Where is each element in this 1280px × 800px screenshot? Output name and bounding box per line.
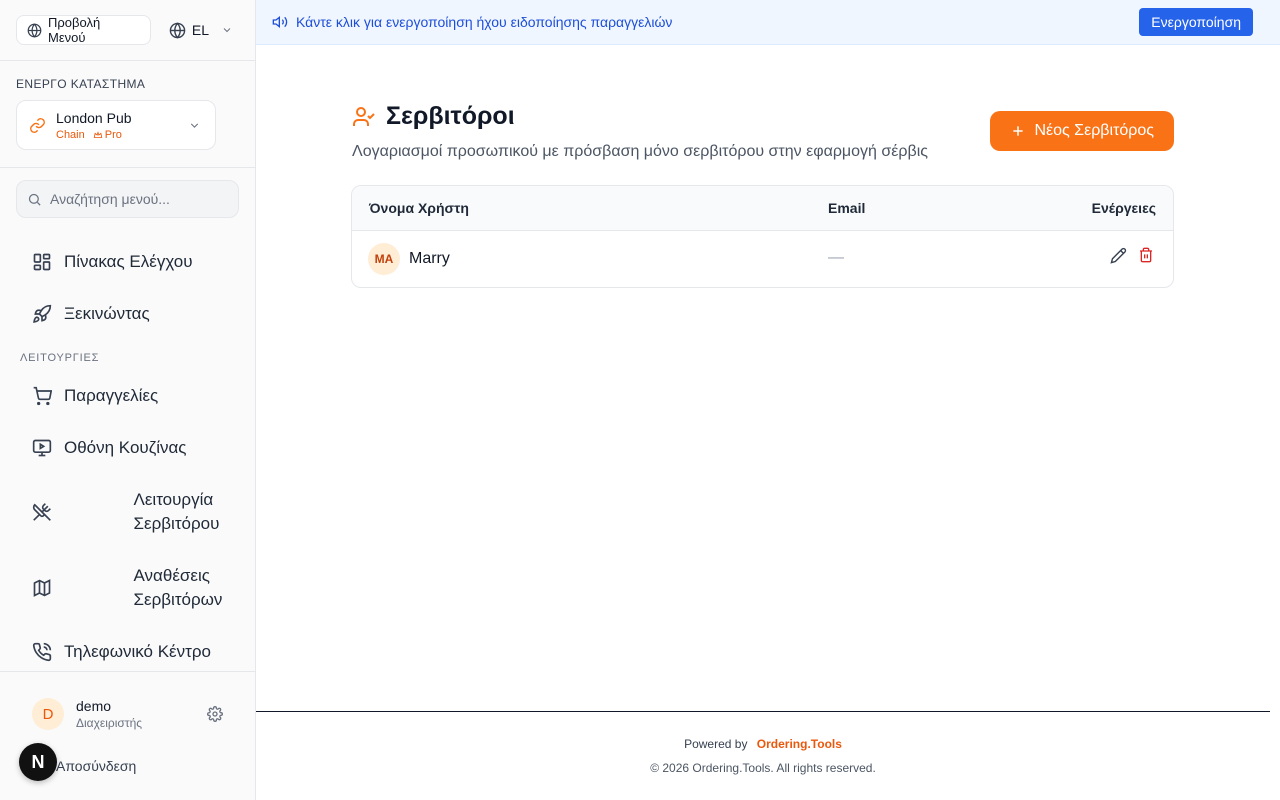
row-username: Marry [409,250,450,267]
plus-icon [1010,123,1026,139]
map-icon [32,578,122,598]
user-name: demo [76,698,112,714]
column-header-email: Email [828,200,866,216]
dashboard-icon [32,252,52,272]
waiters-table: Όνομα Χρήστη Email Ενέργειες MA Marry — [351,185,1174,288]
menu-view-label: Προβολή Μενού [48,15,101,45]
speaker-icon [272,14,288,30]
nav-section-caption: ΛΕΙΤΟΥΡΓΙΕΣ [20,352,100,364]
store-type-tag: Chain [56,128,85,141]
sidebar-item-getting-started[interactable]: Ξεκινώντας [16,288,239,340]
logout-button[interactable]: Αποσύνδεση [56,758,136,774]
trash-icon[interactable] [1138,247,1154,263]
page-header: Σερβιτόροι Λογαριασμοί προσωπικού με πρό… [352,102,1174,161]
edit-icon[interactable] [1110,247,1127,264]
sound-notice-text[interactable]: Κάντε κλικ για ενεργοποίηση ήχου ειδοποί… [296,14,672,30]
footer: Powered by Ordering.Tools © 2026 Orderin… [256,711,1270,800]
sidebar-item-label: Τηλεφωνικό Κέντρο [64,642,211,661]
new-waiter-label: Νέος Σερβιτόρος [1034,122,1154,139]
gear-icon[interactable] [207,706,223,722]
table-header: Όνομα Χρήστη Email Ενέργειες [352,186,1173,231]
footer-copyright: © 2026 Ordering.Tools. All rights reserv… [650,761,876,775]
column-header-actions: Ενέργειες [1091,200,1156,216]
rocket-icon [32,304,52,324]
menu-search-input[interactable] [50,191,230,207]
store-name: London Pub [56,109,132,126]
sidebar-item-kitchen-screen[interactable]: Οθόνη Κουζίνας [16,422,239,474]
language-selector[interactable]: EL [163,15,239,45]
row-email: — [828,249,844,266]
link-icon [29,117,46,134]
search-icon [27,192,42,207]
globe-icon [27,22,42,38]
globe-icon [169,21,186,39]
user-role: Διαχειριστής [76,716,143,730]
sidebar-item-waiter-assignments[interactable]: Αναθέσεις Σερβιτόρων [16,550,239,626]
user-profile[interactable]: D demo Διαχειριστής [0,672,255,730]
phone-call-icon [32,642,52,662]
sidebar-item-dashboard[interactable]: Πίνακας Ελέγχου [16,236,239,288]
monitor-play-icon [32,438,52,458]
store-picker[interactable]: London Pub Chain Pro [16,100,216,150]
chevron-down-icon [221,24,233,36]
avatar: D [32,698,64,730]
sidebar-item-orders[interactable]: Παραγγελίες [16,370,239,422]
menu-search-box [16,180,239,218]
sidebar-item-label: Λειτουργία Σερβιτόρου [133,490,220,533]
avatar: MA [368,243,400,275]
footer-brand-link[interactable]: Ordering.Tools [757,737,842,751]
chevron-down-icon [188,119,201,132]
store-plan-tag: Pro [104,128,122,141]
sidebar-item-label: Ξεκινώντας [64,304,150,323]
user-check-icon [352,105,376,129]
sidebar-item-label: Παραγγελίες [64,386,159,405]
language-code: EL [191,22,209,38]
enable-sound-button[interactable]: Ενεργοποίηση [1139,8,1253,36]
sidebar-item-label: Οθόνη Κουζίνας [64,438,187,457]
sidebar: Προβολή Μενού EL ΕΝΕΡΓΟ ΚΑΤΑΣΤΗΜΑ London… [0,0,256,800]
sidebar-top-bar: Προβολή Μενού EL [0,0,255,61]
utensils-crossed-icon [32,502,122,522]
active-store-caption: ΕΝΕΡΓΟ ΚΑΤΑΣΤΗΜΑ [16,77,146,91]
menu-view-button[interactable]: Προβολή Μενού [16,15,151,45]
sidebar-item-label: Αναθέσεις Σερβιτόρων [133,566,223,609]
powered-by-prefix: Powered by [684,737,748,751]
sound-notice-bar: Κάντε κλικ για ενεργοποίηση ήχου ειδοποί… [256,0,1280,45]
active-store-section: ΕΝΕΡΓΟ ΚΑΤΑΣΤΗΜΑ London Pub Chain Pro [0,61,255,168]
footer-powered-by: Powered by Ordering.Tools [256,737,1270,751]
sidebar-item-label: Πίνακας Ελέγχου [64,252,193,271]
menu-search-wrap [0,168,255,218]
n-badge-button[interactable]: N [19,743,57,781]
crown-icon [93,130,103,140]
page-title: Σερβιτόροι [386,102,515,130]
table-row: MA Marry — [352,231,1173,287]
column-header-username: Όνομα Χρήστη [369,200,469,216]
shopping-cart-icon [32,386,52,406]
new-waiter-button[interactable]: Νέος Σερβιτόρος [990,111,1174,151]
sidebar-item-waiter-mode[interactable]: Λειτουργία Σερβιτόρου [16,474,239,550]
sidebar-nav: Πίνακας Ελέγχου Ξεκινώντας ΛΕΙΤΟΥΡΓΙΕΣ Π… [0,218,255,678]
